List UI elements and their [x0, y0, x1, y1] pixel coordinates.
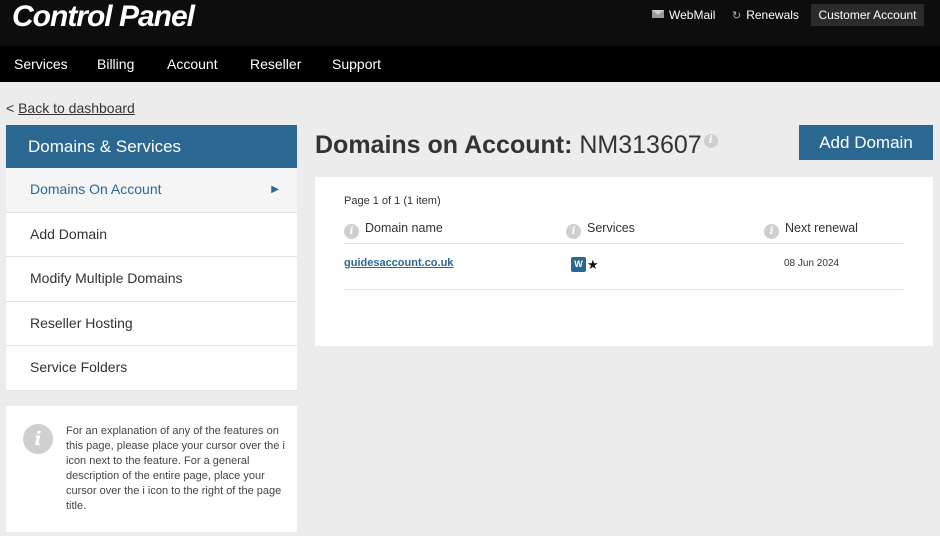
- page-title: Domains on Account: NM313607 i: [315, 131, 718, 160]
- pagination-info: Page 1 of 1 (1 item): [344, 195, 441, 207]
- domain-link[interactable]: guidesaccount.co.uk: [344, 257, 453, 269]
- column-header-label: Domain name: [365, 221, 443, 235]
- table-divider: [344, 289, 903, 290]
- nav-support[interactable]: Support: [332, 46, 381, 82]
- nav-services[interactable]: Services: [14, 46, 68, 82]
- info-icon[interactable]: i: [566, 224, 581, 239]
- sidebar-item-label: Service Folders: [30, 359, 128, 375]
- customer-account-button[interactable]: Customer Account: [811, 4, 924, 26]
- help-info-box: i For an explanation of any of the featu…: [6, 406, 297, 532]
- column-header-label: Next renewal: [785, 221, 858, 235]
- sidebar-item-modify-multiple-domains[interactable]: Modify Multiple Domains: [6, 257, 297, 302]
- sidebar-item-reseller-hosting[interactable]: Reseller Hosting: [6, 301, 297, 346]
- sidebar-menu: Domains On Account ▶ Add Domain Modify M…: [6, 168, 297, 391]
- nav-billing[interactable]: Billing: [97, 46, 134, 82]
- info-icon[interactable]: i: [764, 224, 779, 239]
- refresh-icon: ↻: [732, 10, 742, 22]
- info-icon[interactable]: i: [344, 224, 359, 239]
- brand-logo[interactable]: Control Panel: [12, 0, 195, 34]
- account-id: NM313607: [579, 131, 702, 159]
- help-text: For an explanation of any of the feature…: [66, 425, 285, 512]
- webmail-link[interactable]: WebMail: [652, 8, 715, 22]
- page-title-label: Domains on Account:: [315, 131, 573, 159]
- domains-table-panel: Page 1 of 1 (1 item) i Domain name i Servi…: [315, 177, 933, 346]
- column-header-label: Services: [587, 221, 635, 235]
- column-header-renewal: i Next renewal: [764, 221, 858, 239]
- renewals-label: Renewals: [746, 8, 799, 22]
- sidebar-item-label: Add Domain: [30, 225, 108, 242]
- back-to-dashboard[interactable]: < Back to dashboard: [6, 100, 135, 116]
- info-icon[interactable]: i: [703, 134, 718, 148]
- mail-icon: [652, 10, 664, 18]
- webmail-label: WebMail: [669, 8, 716, 22]
- sidebar-item-label: Modify Multiple Domains: [30, 270, 183, 286]
- info-icon: i: [23, 424, 53, 454]
- add-domain-button[interactable]: Add Domain: [799, 125, 933, 160]
- sidebar-item-label: Reseller Hosting: [30, 314, 133, 331]
- main-nav: Services Billing Account Reseller Suppor…: [0, 46, 940, 82]
- triangle-right-icon: ▶: [271, 184, 279, 195]
- sidebar-item-domains-on-account[interactable]: Domains On Account ▶: [6, 168, 297, 213]
- next-renewal-date: 08 Jun 2024: [784, 258, 840, 269]
- nav-reseller[interactable]: Reseller: [250, 46, 301, 82]
- star-icon[interactable]: ★: [587, 258, 599, 272]
- sidebar-title: Domains & Services: [6, 125, 297, 168]
- wordpress-icon[interactable]: W: [571, 257, 586, 272]
- top-bar: Control Panel WebMail ↻ Renewals Customer…: [0, 0, 940, 46]
- nav-account[interactable]: Account: [167, 46, 218, 82]
- column-header-domain: i Domain name: [344, 221, 443, 239]
- sidebar-item-service-folders[interactable]: Service Folders: [6, 346, 297, 391]
- back-link-label[interactable]: Back to dashboard: [18, 100, 135, 116]
- sidebar-item-label: Domains On Account: [30, 181, 162, 197]
- table-divider: [344, 243, 903, 244]
- renewals-link[interactable]: ↻ Renewals: [732, 8, 799, 23]
- sidebar-item-add-domain[interactable]: Add Domain: [6, 212, 297, 257]
- back-chevron: <: [6, 100, 15, 116]
- column-header-services: i Services: [566, 221, 635, 239]
